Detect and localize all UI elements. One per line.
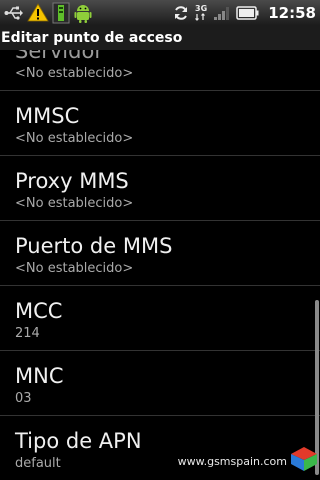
list-item-mmsc[interactable]: MMSC <No establecido> bbox=[0, 91, 320, 156]
list-item-value: <No establecido> bbox=[15, 66, 134, 81]
list-item-label: Servidor bbox=[15, 50, 103, 63]
list-item-proxy-mms[interactable]: Proxy MMS <No establecido> bbox=[0, 156, 320, 221]
notification-icons bbox=[4, 2, 93, 24]
battery-icon bbox=[236, 5, 260, 21]
title-bar: Editar punto de acceso bbox=[0, 25, 320, 50]
list-item-mcc[interactable]: MCC 214 bbox=[0, 286, 320, 351]
page-title: Editar punto de acceso bbox=[1, 29, 183, 46]
watermark: www.gsmspain.com bbox=[178, 446, 318, 476]
list-item-label: MMSC bbox=[15, 104, 80, 128]
status-bar: 3G 12:58 bbox=[0, 0, 320, 25]
list-item-puerto-mms[interactable]: Puerto de MMS <No establecido> bbox=[0, 221, 320, 286]
usb-icon bbox=[4, 5, 24, 21]
system-icons: 3G 12:58 bbox=[173, 3, 316, 23]
watermark-text: www.gsmspain.com bbox=[177, 454, 287, 468]
signal-icon bbox=[213, 5, 231, 21]
network-type-icon: 3G bbox=[194, 3, 208, 23]
list-item-label: Proxy MMS bbox=[15, 169, 129, 193]
list-item-label: MCC bbox=[15, 299, 63, 323]
list-item-value: <No establecido> bbox=[15, 196, 134, 211]
list-item-servidor[interactable]: Servidor <No establecido> bbox=[0, 50, 320, 91]
sd-card-icon bbox=[52, 2, 70, 24]
list-item-value: 214 bbox=[15, 326, 40, 341]
list-item-label: Puerto de MMS bbox=[15, 234, 173, 258]
apn-settings-list-content: Servidor <No establecido> MMSC <No estab… bbox=[0, 50, 320, 480]
list-item-value: <No establecido> bbox=[15, 261, 134, 276]
warning-icon bbox=[27, 3, 49, 22]
android-debug-icon bbox=[73, 2, 93, 24]
gsmspain-logo-icon bbox=[290, 446, 318, 476]
clock: 12:58 bbox=[268, 3, 316, 22]
list-item-label: MNC bbox=[15, 364, 64, 388]
list-item-value: 03 bbox=[15, 391, 32, 406]
network-type-label: 3G bbox=[195, 4, 207, 13]
apn-settings-list[interactable]: Servidor <No establecido> MMSC <No estab… bbox=[0, 50, 320, 480]
list-item-mnc[interactable]: MNC 03 bbox=[0, 351, 320, 416]
list-item-value: <No establecido> bbox=[15, 131, 134, 146]
sync-icon bbox=[173, 5, 189, 21]
